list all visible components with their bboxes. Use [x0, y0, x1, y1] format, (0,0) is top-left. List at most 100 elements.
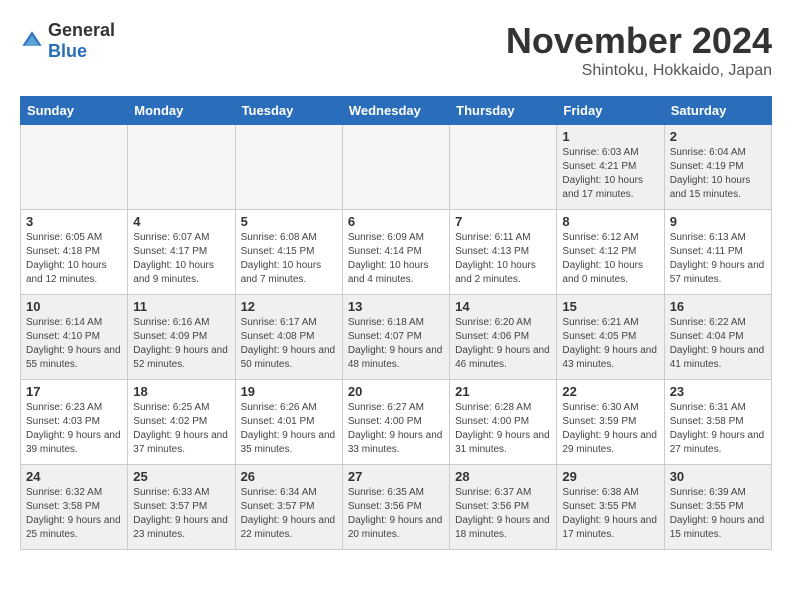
day-number: 8 — [562, 214, 658, 229]
day-info: Sunrise: 6:20 AMSunset: 4:06 PMDaylight:… — [455, 316, 551, 372]
calendar-cell: 12 Sunrise: 6:17 AMSunset: 4:08 PMDayligh… — [235, 295, 342, 380]
day-number: 26 — [241, 469, 337, 484]
day-info: Sunrise: 6:03 AMSunset: 4:21 PMDaylight:… — [562, 146, 658, 202]
day-number: 12 — [241, 299, 337, 314]
day-number: 20 — [348, 384, 444, 399]
calendar-week-row: 10 Sunrise: 6:14 AMSunset: 4:10 PMDayligh… — [21, 295, 772, 380]
calendar-cell: 15Sunrise: 6:21 AMSunset: 4:05 PMDayligh… — [557, 295, 664, 380]
day-info: Sunrise: 6:14 AMSunset: 4:10 PMDaylight:… — [26, 316, 122, 372]
calendar-cell — [342, 125, 449, 210]
logo-general-text: General — [48, 20, 115, 40]
day-header-wednesday: Wednesday — [342, 97, 449, 125]
day-number: 4 — [133, 214, 229, 229]
location-title: Shintoku, Hokkaido, Japan — [506, 62, 772, 80]
calendar-cell: 5 Sunrise: 6:08 AMSunset: 4:15 PMDaylight… — [235, 210, 342, 295]
day-info: Sunrise: 6:08 AMSunset: 4:15 PMDaylight:… — [241, 231, 337, 287]
logo-blue-text: Blue — [48, 41, 87, 61]
day-info: Sunrise: 6:39 AMSunset: 3:55 PMDaylight:… — [670, 486, 766, 542]
day-info: Sunrise: 6:38 AMSunset: 3:55 PMDaylight:… — [562, 486, 658, 542]
calendar-cell: 29 Sunrise: 6:38 AMSunset: 3:55 PMDayligh… — [557, 465, 664, 550]
calendar-week-row: 1Sunrise: 6:03 AMSunset: 4:21 PMDaylight… — [21, 125, 772, 210]
calendar-week-row: 17 Sunrise: 6:23 AMSunset: 4:03 PMDayligh… — [21, 380, 772, 465]
calendar-cell: 19 Sunrise: 6:26 AMSunset: 4:01 PMDayligh… — [235, 380, 342, 465]
title-area: November 2024 Shintoku, Hokkaido, Japan — [506, 20, 772, 80]
day-info: Sunrise: 6:13 AMSunset: 4:11 PMDaylight:… — [670, 231, 766, 287]
day-info: Sunrise: 6:26 AMSunset: 4:01 PMDaylight:… — [241, 401, 337, 457]
day-info: Sunrise: 6:23 AMSunset: 4:03 PMDaylight:… — [26, 401, 122, 457]
day-number: 22 — [562, 384, 658, 399]
day-number: 13 — [348, 299, 444, 314]
day-info: Sunrise: 6:09 AMSunset: 4:14 PMDaylight:… — [348, 231, 444, 287]
day-info: Sunrise: 6:31 AMSunset: 3:58 PMDaylight:… — [670, 401, 766, 457]
calendar-week-row: 3 Sunrise: 6:05 AMSunset: 4:18 PMDaylight… — [21, 210, 772, 295]
day-number: 5 — [241, 214, 337, 229]
calendar-cell: 1Sunrise: 6:03 AMSunset: 4:21 PMDaylight… — [557, 125, 664, 210]
day-number: 18 — [133, 384, 229, 399]
day-number: 23 — [670, 384, 766, 399]
day-info: Sunrise: 6:07 AMSunset: 4:17 PMDaylight:… — [133, 231, 229, 287]
day-number: 10 — [26, 299, 122, 314]
day-info: Sunrise: 6:33 AMSunset: 3:57 PMDaylight:… — [133, 486, 229, 542]
day-number: 3 — [26, 214, 122, 229]
calendar-cell: 14 Sunrise: 6:20 AMSunset: 4:06 PMDayligh… — [450, 295, 557, 380]
calendar-cell: 27 Sunrise: 6:35 AMSunset: 3:56 PMDayligh… — [342, 465, 449, 550]
day-info: Sunrise: 6:34 AMSunset: 3:57 PMDaylight:… — [241, 486, 337, 542]
day-number: 28 — [455, 469, 551, 484]
day-info: Sunrise: 6:32 AMSunset: 3:58 PMDaylight:… — [26, 486, 122, 542]
day-number: 11 — [133, 299, 229, 314]
day-info: Sunrise: 6:21 AMSunset: 4:05 PMDaylight:… — [562, 316, 658, 372]
day-header-sunday: Sunday — [21, 97, 128, 125]
day-number: 21 — [455, 384, 551, 399]
day-info: Sunrise: 6:18 AMSunset: 4:07 PMDaylight:… — [348, 316, 444, 372]
day-number: 29 — [562, 469, 658, 484]
calendar-table: SundayMondayTuesdayWednesdayThursdayFrid… — [20, 96, 772, 550]
calendar-cell: 9Sunrise: 6:13 AMSunset: 4:11 PMDaylight… — [664, 210, 771, 295]
day-number: 14 — [455, 299, 551, 314]
calendar-cell: 18Sunrise: 6:25 AMSunset: 4:02 PMDayligh… — [128, 380, 235, 465]
day-number: 27 — [348, 469, 444, 484]
day-info: Sunrise: 6:22 AMSunset: 4:04 PMDaylight:… — [670, 316, 766, 372]
calendar-cell — [21, 125, 128, 210]
day-header-friday: Friday — [557, 97, 664, 125]
day-info: Sunrise: 6:05 AMSunset: 4:18 PMDaylight:… — [26, 231, 122, 287]
calendar-cell — [450, 125, 557, 210]
day-number: 25 — [133, 469, 229, 484]
header: General Blue November 2024 Shintoku, Hok… — [20, 20, 772, 80]
calendar-cell: 26 Sunrise: 6:34 AMSunset: 3:57 PMDayligh… — [235, 465, 342, 550]
calendar-cell: 6 Sunrise: 6:09 AMSunset: 4:14 PMDaylight… — [342, 210, 449, 295]
calendar-cell: 16Sunrise: 6:22 AMSunset: 4:04 PMDayligh… — [664, 295, 771, 380]
day-info: Sunrise: 6:28 AMSunset: 4:00 PMDaylight:… — [455, 401, 551, 457]
day-number: 2 — [670, 129, 766, 144]
calendar-cell: 30Sunrise: 6:39 AMSunset: 3:55 PMDayligh… — [664, 465, 771, 550]
day-info: Sunrise: 6:37 AMSunset: 3:56 PMDaylight:… — [455, 486, 551, 542]
calendar-cell: 3 Sunrise: 6:05 AMSunset: 4:18 PMDaylight… — [21, 210, 128, 295]
day-number: 7 — [455, 214, 551, 229]
calendar-cell: 11 Sunrise: 6:16 AMSunset: 4:09 PMDayligh… — [128, 295, 235, 380]
calendar-cell: 17 Sunrise: 6:23 AMSunset: 4:03 PMDayligh… — [21, 380, 128, 465]
day-number: 6 — [348, 214, 444, 229]
calendar-cell: 13 Sunrise: 6:18 AMSunset: 4:07 PMDayligh… — [342, 295, 449, 380]
month-title: November 2024 — [506, 20, 772, 62]
day-info: Sunrise: 6:30 AMSunset: 3:59 PMDaylight:… — [562, 401, 658, 457]
calendar-week-row: 24 Sunrise: 6:32 AMSunset: 3:58 PMDayligh… — [21, 465, 772, 550]
day-header-saturday: Saturday — [664, 97, 771, 125]
day-info: Sunrise: 6:27 AMSunset: 4:00 PMDaylight:… — [348, 401, 444, 457]
calendar-cell: 8Sunrise: 6:12 AMSunset: 4:12 PMDaylight… — [557, 210, 664, 295]
calendar-cell: 23 Sunrise: 6:31 AMSunset: 3:58 PMDayligh… — [664, 380, 771, 465]
calendar-cell: 24 Sunrise: 6:32 AMSunset: 3:58 PMDayligh… — [21, 465, 128, 550]
calendar-cell: 20 Sunrise: 6:27 AMSunset: 4:00 PMDayligh… — [342, 380, 449, 465]
calendar-cell — [235, 125, 342, 210]
logo-icon — [20, 29, 44, 53]
day-header-monday: Monday — [128, 97, 235, 125]
day-info: Sunrise: 6:16 AMSunset: 4:09 PMDaylight:… — [133, 316, 229, 372]
day-number: 17 — [26, 384, 122, 399]
calendar-cell: 4 Sunrise: 6:07 AMSunset: 4:17 PMDaylight… — [128, 210, 235, 295]
calendar-cell: 10 Sunrise: 6:14 AMSunset: 4:10 PMDayligh… — [21, 295, 128, 380]
calendar-header-row: SundayMondayTuesdayWednesdayThursdayFrid… — [21, 97, 772, 125]
day-number: 19 — [241, 384, 337, 399]
calendar-cell: 21 Sunrise: 6:28 AMSunset: 4:00 PMDayligh… — [450, 380, 557, 465]
day-info: Sunrise: 6:04 AMSunset: 4:19 PMDaylight:… — [670, 146, 766, 202]
day-info: Sunrise: 6:35 AMSunset: 3:56 PMDaylight:… — [348, 486, 444, 542]
day-info: Sunrise: 6:17 AMSunset: 4:08 PMDaylight:… — [241, 316, 337, 372]
day-number: 24 — [26, 469, 122, 484]
